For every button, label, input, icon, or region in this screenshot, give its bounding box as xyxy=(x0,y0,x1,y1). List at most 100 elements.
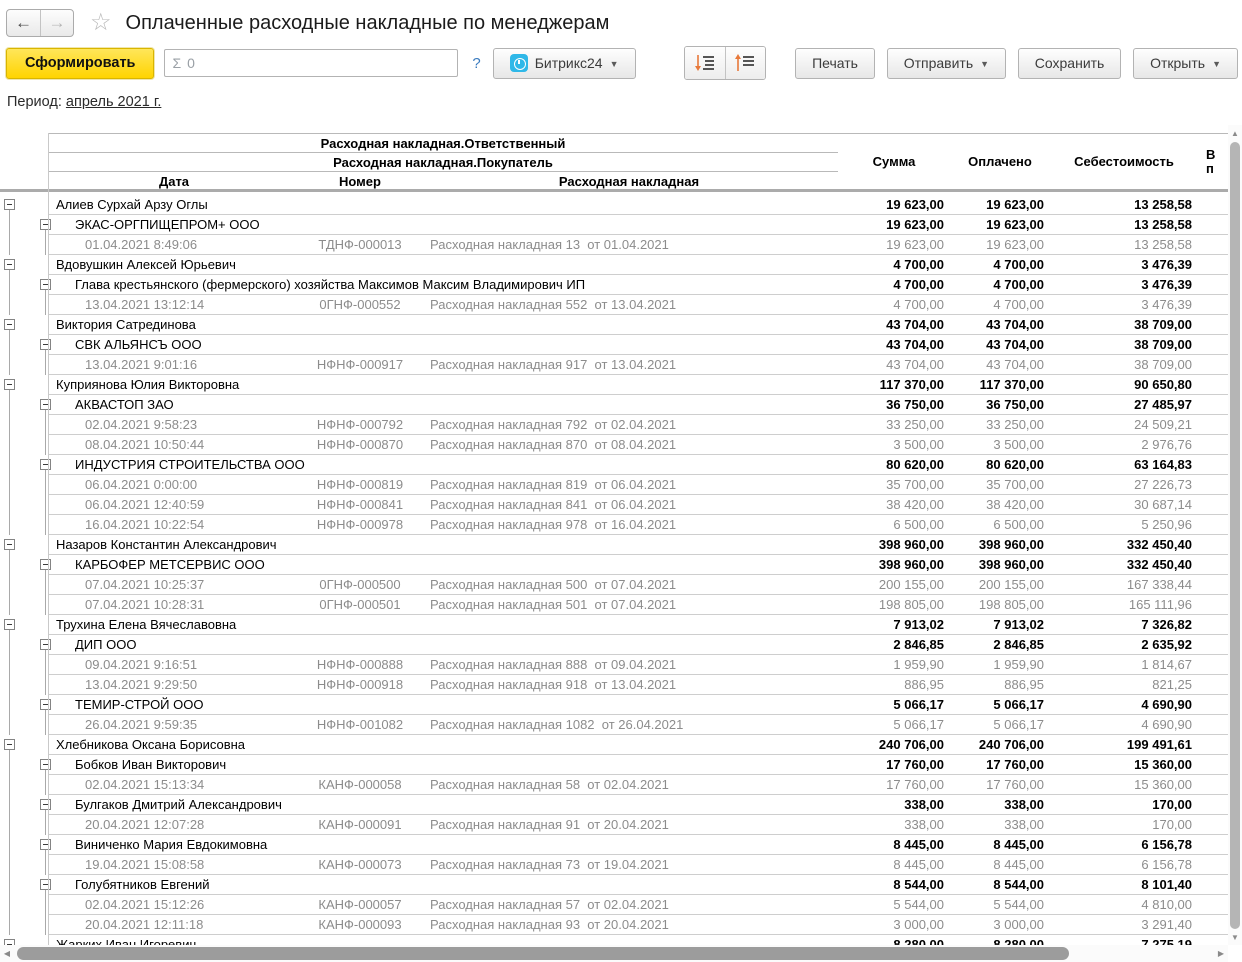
collapse-group-toggle[interactable] xyxy=(4,319,15,330)
paid-cell[interactable]: 338,00 xyxy=(950,795,1050,815)
invoice-date-cell[interactable]: 01.04.2021 8:49:06 xyxy=(48,235,300,255)
paid-cell[interactable]: 4 700,00 xyxy=(950,295,1050,315)
manager-group-row[interactable]: Хлебникова Оксана Борисовна240 706,00240… xyxy=(0,735,1228,755)
paid-cell[interactable]: 8 544,00 xyxy=(950,875,1050,895)
cost-cell[interactable]: 7 275,19 xyxy=(1050,935,1198,945)
invoice-row[interactable]: 09.04.2021 9:16:51НФНФ-000888Расходная н… xyxy=(0,655,1228,675)
paid-cell[interactable]: 80 620,00 xyxy=(950,455,1050,475)
invoice-number-cell[interactable]: НФНФ-001082 xyxy=(300,715,420,735)
paid-cell[interactable]: 6 500,00 xyxy=(950,515,1050,535)
manager-group-row[interactable]: Алиев Сурхай Арзу Оглы19 623,0019 623,00… xyxy=(0,195,1228,215)
paid-cell[interactable]: 5 066,17 xyxy=(950,695,1050,715)
customer-name-cell[interactable]: ЭКАС-ОРГПИЩЕПРОМ+ ООО xyxy=(48,215,838,235)
gross-profit-cell[interactable] xyxy=(1198,355,1228,375)
invoice-date-cell[interactable]: 26.04.2021 9:59:35 xyxy=(48,715,300,735)
gross-profit-cell[interactable] xyxy=(1198,515,1228,535)
invoice-doc-cell[interactable]: Расходная накладная 93 от 20.04.2021 xyxy=(420,915,838,935)
customer-group-row[interactable]: КАРБОФЕР МЕТСЕРВИС ООО398 960,00398 960,… xyxy=(0,555,1228,575)
cost-cell[interactable]: 2 976,76 xyxy=(1050,435,1198,455)
expand-groups-button[interactable] xyxy=(685,47,725,79)
paid-cell[interactable]: 240 706,00 xyxy=(950,735,1050,755)
gross-profit-cell[interactable] xyxy=(1198,775,1228,795)
invoice-doc-cell[interactable]: Расходная накладная 500 от 07.04.2021 xyxy=(420,575,838,595)
cost-cell[interactable]: 8 101,40 xyxy=(1050,875,1198,895)
gross-profit-cell[interactable] xyxy=(1198,895,1228,915)
invoice-doc-cell[interactable]: Расходная накладная 57 от 02.04.2021 xyxy=(420,895,838,915)
send-button[interactable]: Отправить ▼ xyxy=(887,48,1006,79)
print-button[interactable]: Печать xyxy=(795,48,875,79)
sum-cell[interactable]: 80 620,00 xyxy=(838,455,950,475)
collapse-group-toggle[interactable] xyxy=(40,759,51,770)
gross-profit-cell[interactable] xyxy=(1198,415,1228,435)
gross-profit-cell[interactable] xyxy=(1198,735,1228,755)
customer-group-row[interactable]: Бобков Иван Викторович17 760,0017 760,00… xyxy=(0,755,1228,775)
gross-profit-cell[interactable] xyxy=(1198,815,1228,835)
paid-cell[interactable]: 3 500,00 xyxy=(950,435,1050,455)
sum-cell[interactable]: 398 960,00 xyxy=(838,555,950,575)
gross-profit-cell[interactable] xyxy=(1198,295,1228,315)
invoice-date-cell[interactable]: 19.04.2021 15:08:58 xyxy=(48,855,300,875)
paid-cell[interactable]: 19 623,00 xyxy=(950,195,1050,215)
gross-profit-cell[interactable] xyxy=(1198,495,1228,515)
collapse-group-toggle[interactable] xyxy=(4,259,15,270)
invoice-date-cell[interactable]: 07.04.2021 10:25:37 xyxy=(48,575,300,595)
cost-cell[interactable]: 332 450,40 xyxy=(1050,555,1198,575)
cost-cell[interactable]: 2 635,92 xyxy=(1050,635,1198,655)
customer-group-row[interactable]: Глава крестьянского (фермерского) хозяйс… xyxy=(0,275,1228,295)
manager-name-cell[interactable]: Виктория Сатрединова xyxy=(48,315,838,335)
invoice-date-cell[interactable]: 13.04.2021 9:01:16 xyxy=(48,355,300,375)
manager-group-row[interactable]: Вдовушкин Алексей Юрьевич4 700,004 700,0… xyxy=(0,255,1228,275)
save-button[interactable]: Сохранить xyxy=(1018,48,1122,79)
invoice-row[interactable]: 19.04.2021 15:08:58КАНФ-000073Расходная … xyxy=(0,855,1228,875)
sum-cell[interactable]: 19 623,00 xyxy=(838,215,950,235)
back-button[interactable]: ← xyxy=(7,10,40,36)
collapse-group-toggle[interactable] xyxy=(4,379,15,390)
sum-cell[interactable]: 5 066,17 xyxy=(838,715,950,735)
gross-profit-cell[interactable] xyxy=(1198,555,1228,575)
paid-cell[interactable]: 4 700,00 xyxy=(950,275,1050,295)
invoice-row[interactable]: 02.04.2021 15:13:34КАНФ-000058Расходная … xyxy=(0,775,1228,795)
sum-cell[interactable]: 338,00 xyxy=(838,795,950,815)
cost-cell[interactable]: 90 650,80 xyxy=(1050,375,1198,395)
customer-name-cell[interactable]: ТЕМИР-СТРОЙ ООО xyxy=(48,695,838,715)
invoice-number-cell[interactable]: КАНФ-000073 xyxy=(300,855,420,875)
sum-cell[interactable]: 200 155,00 xyxy=(838,575,950,595)
forward-button[interactable]: → xyxy=(40,10,73,36)
cost-cell[interactable]: 3 476,39 xyxy=(1050,275,1198,295)
sum-cell[interactable]: 43 704,00 xyxy=(838,315,950,335)
paid-cell[interactable]: 338,00 xyxy=(950,815,1050,835)
cost-cell[interactable]: 13 258,58 xyxy=(1050,215,1198,235)
invoice-date-cell[interactable]: 08.04.2021 10:50:44 xyxy=(48,435,300,455)
sum-cell[interactable]: 19 623,00 xyxy=(838,235,950,255)
manager-name-cell[interactable]: Хлебникова Оксана Борисовна xyxy=(48,735,838,755)
gross-profit-cell[interactable] xyxy=(1198,395,1228,415)
manager-name-cell[interactable]: Трухина Елена Вячеславовна xyxy=(48,615,838,635)
cost-cell[interactable]: 27 226,73 xyxy=(1050,475,1198,495)
invoice-number-cell[interactable]: КАНФ-000058 xyxy=(300,775,420,795)
sum-cell[interactable]: 36 750,00 xyxy=(838,395,950,415)
scroll-right-icon[interactable]: ▶ xyxy=(1214,945,1228,962)
cost-cell[interactable]: 38 709,00 xyxy=(1050,355,1198,375)
sum-cell[interactable]: 6 500,00 xyxy=(838,515,950,535)
sum-cell[interactable]: 35 700,00 xyxy=(838,475,950,495)
invoice-number-cell[interactable]: НФНФ-000918 xyxy=(300,675,420,695)
collapse-group-toggle[interactable] xyxy=(40,399,51,410)
scroll-down-icon[interactable]: ▼ xyxy=(1228,931,1242,945)
gross-profit-cell[interactable] xyxy=(1198,375,1228,395)
invoice-date-cell[interactable]: 20.04.2021 12:11:18 xyxy=(48,915,300,935)
cost-cell[interactable]: 4 690,90 xyxy=(1050,715,1198,735)
collapse-group-toggle[interactable] xyxy=(4,739,15,750)
invoice-doc-cell[interactable]: Расходная накладная 978 от 16.04.2021 xyxy=(420,515,838,535)
manager-name-cell[interactable]: Вдовушкин Алексей Юрьевич xyxy=(48,255,838,275)
sum-cell[interactable]: 1 959,90 xyxy=(838,655,950,675)
cost-cell[interactable]: 38 709,00 xyxy=(1050,335,1198,355)
cost-cell[interactable]: 27 485,97 xyxy=(1050,395,1198,415)
gross-profit-cell[interactable] xyxy=(1198,755,1228,775)
paid-cell[interactable]: 8 445,00 xyxy=(950,835,1050,855)
cost-cell[interactable]: 1 814,67 xyxy=(1050,655,1198,675)
cost-cell[interactable]: 3 476,39 xyxy=(1050,255,1198,275)
invoice-row[interactable]: 13.04.2021 13:12:140ГНФ-000552Расходная … xyxy=(0,295,1228,315)
manager-group-row[interactable]: Трухина Елена Вячеславовна7 913,027 913,… xyxy=(0,615,1228,635)
paid-cell[interactable]: 117 370,00 xyxy=(950,375,1050,395)
paid-cell[interactable]: 4 700,00 xyxy=(950,255,1050,275)
